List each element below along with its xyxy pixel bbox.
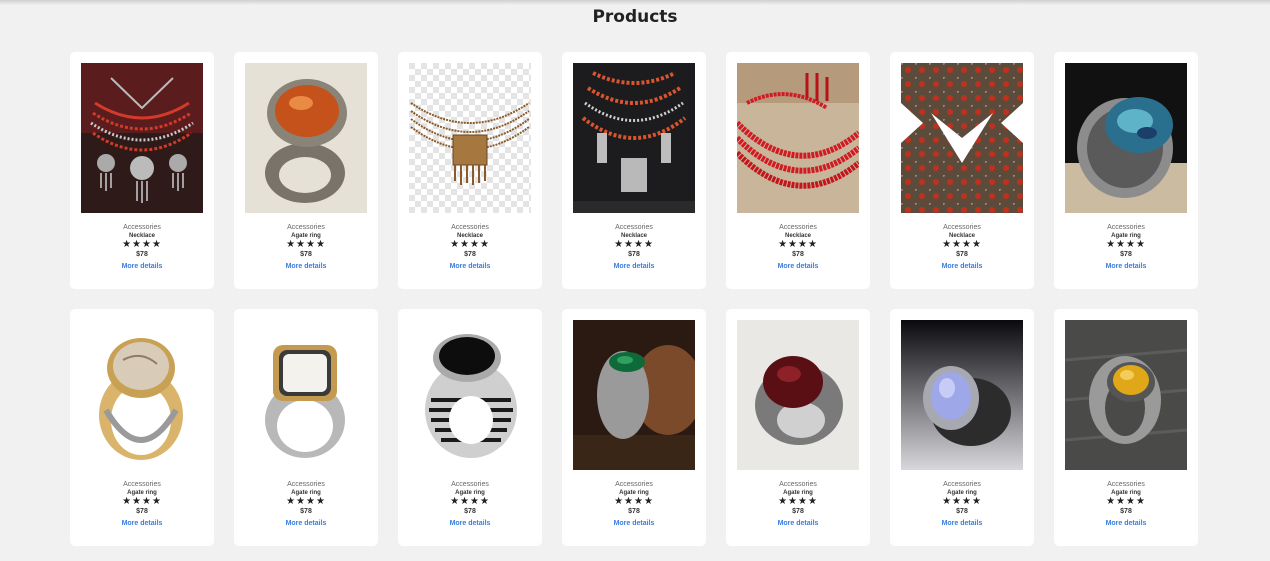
more-details-link[interactable]: More details <box>1054 520 1198 527</box>
product-card[interactable]: Accessories Necklace ★★★★ $78 More detai… <box>890 52 1034 289</box>
product-category: Accessories <box>615 224 653 231</box>
product-price: $78 <box>628 251 640 258</box>
product-price: $78 <box>136 251 148 258</box>
product-price: $78 <box>464 251 476 258</box>
product-image[interactable] <box>81 63 203 213</box>
product-card[interactable]: Accessories Agate ring ★★★★ $78 More det… <box>234 52 378 289</box>
product-category: Accessories <box>287 224 325 231</box>
rating-stars: ★★★★ <box>778 496 818 507</box>
product-category: Accessories <box>779 224 817 231</box>
product-category: Accessories <box>1107 224 1145 231</box>
product-card[interactable]: Accessories Necklace ★★★★ $78 More detai… <box>726 52 870 289</box>
product-price: $78 <box>300 508 312 515</box>
product-price: $78 <box>792 508 804 515</box>
product-category: Accessories <box>943 224 981 231</box>
product-category: Accessories <box>123 481 161 488</box>
rating-stars: ★★★★ <box>122 239 162 250</box>
product-grid: Accessories Necklace ★★★★ $78 More detai… <box>70 52 1198 546</box>
rating-stars: ★★★★ <box>286 239 326 250</box>
product-card[interactable]: Accessories Agate ring ★★★★ $78 More det… <box>890 309 1034 546</box>
more-details-link[interactable]: More details <box>562 263 706 270</box>
product-category: Accessories <box>943 481 981 488</box>
page-title: Products <box>592 7 678 27</box>
rating-stars: ★★★★ <box>1106 239 1146 250</box>
more-details-link[interactable]: More details <box>70 263 214 270</box>
product-price: $78 <box>464 508 476 515</box>
product-image[interactable] <box>573 63 695 213</box>
more-details-link[interactable]: More details <box>234 263 378 270</box>
product-image[interactable] <box>245 63 367 213</box>
more-details-link[interactable]: More details <box>1054 263 1198 270</box>
more-details-link[interactable]: More details <box>398 520 542 527</box>
product-image[interactable] <box>737 320 859 470</box>
more-details-link[interactable]: More details <box>70 520 214 527</box>
product-card[interactable]: Accessories Agate ring ★★★★ $78 More det… <box>398 309 542 546</box>
product-price: $78 <box>792 251 804 258</box>
rating-stars: ★★★★ <box>942 496 982 507</box>
product-category: Accessories <box>615 481 653 488</box>
more-details-link[interactable]: More details <box>234 520 378 527</box>
product-category: Accessories <box>451 481 489 488</box>
product-card[interactable]: Accessories Agate ring ★★★★ $78 More det… <box>562 309 706 546</box>
product-card[interactable]: Accessories Necklace ★★★★ $78 More detai… <box>398 52 542 289</box>
product-category: Accessories <box>1107 481 1145 488</box>
product-price: $78 <box>956 508 968 515</box>
product-card[interactable]: Accessories Agate ring ★★★★ $78 More det… <box>726 309 870 546</box>
product-price: $78 <box>956 251 968 258</box>
product-image[interactable] <box>573 320 695 470</box>
product-category: Accessories <box>779 481 817 488</box>
rating-stars: ★★★★ <box>286 496 326 507</box>
product-image[interactable] <box>409 320 531 470</box>
product-image[interactable] <box>901 63 1023 213</box>
product-card[interactable]: Accessories Necklace ★★★★ $78 More detai… <box>562 52 706 289</box>
product-card[interactable]: Accessories Necklace ★★★★ $78 More detai… <box>70 52 214 289</box>
more-details-link[interactable]: More details <box>890 520 1034 527</box>
product-image[interactable] <box>1065 63 1187 213</box>
rating-stars: ★★★★ <box>614 496 654 507</box>
rating-stars: ★★★★ <box>778 239 818 250</box>
product-category: Accessories <box>123 224 161 231</box>
rating-stars: ★★★★ <box>614 239 654 250</box>
product-card[interactable]: Accessories Agate ring ★★★★ $78 More det… <box>70 309 214 546</box>
more-details-link[interactable]: More details <box>890 263 1034 270</box>
product-price: $78 <box>300 251 312 258</box>
product-image[interactable] <box>1065 320 1187 470</box>
product-image[interactable] <box>737 63 859 213</box>
top-shadow-bar <box>0 0 1270 5</box>
product-image[interactable] <box>409 63 531 213</box>
product-price: $78 <box>136 508 148 515</box>
rating-stars: ★★★★ <box>942 239 982 250</box>
product-image[interactable] <box>245 320 367 470</box>
more-details-link[interactable]: More details <box>726 520 870 527</box>
more-details-link[interactable]: More details <box>726 263 870 270</box>
rating-stars: ★★★★ <box>450 239 490 250</box>
product-card[interactable]: Accessories Agate ring ★★★★ $78 More det… <box>1054 309 1198 546</box>
rating-stars: ★★★★ <box>1106 496 1146 507</box>
more-details-link[interactable]: More details <box>398 263 542 270</box>
product-price: $78 <box>1120 508 1132 515</box>
rating-stars: ★★★★ <box>450 496 490 507</box>
more-details-link[interactable]: More details <box>562 520 706 527</box>
product-price: $78 <box>1120 251 1132 258</box>
product-image[interactable] <box>81 320 203 470</box>
product-card[interactable]: Accessories Agate ring ★★★★ $78 More det… <box>1054 52 1198 289</box>
rating-stars: ★★★★ <box>122 496 162 507</box>
product-category: Accessories <box>451 224 489 231</box>
product-category: Accessories <box>287 481 325 488</box>
product-image[interactable] <box>901 320 1023 470</box>
product-price: $78 <box>628 508 640 515</box>
product-card[interactable]: Accessories Agate ring ★★★★ $78 More det… <box>234 309 378 546</box>
